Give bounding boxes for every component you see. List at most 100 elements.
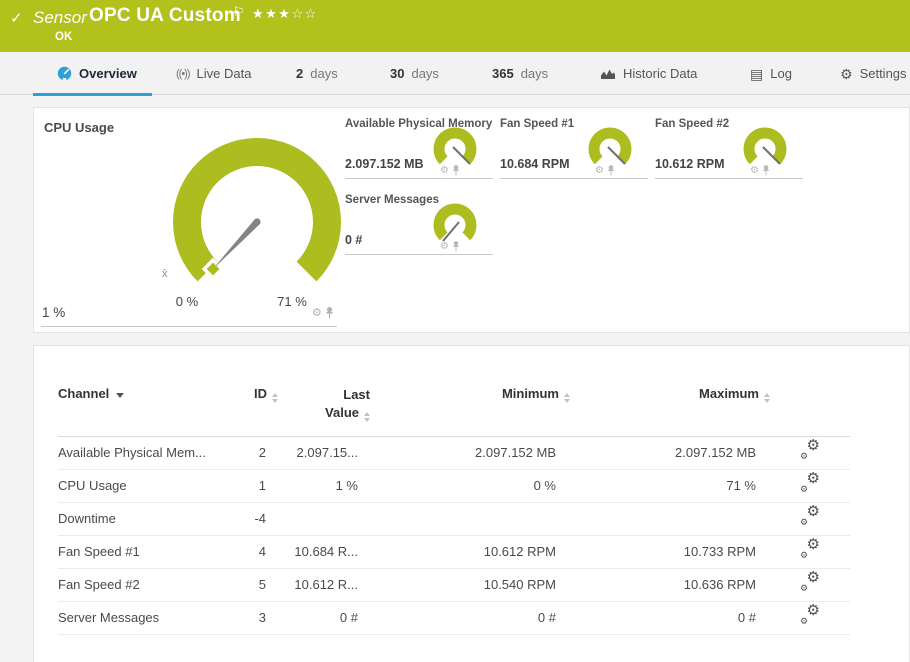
tab-label: Log [770,66,792,81]
cell-channel: Fan Speed #1 [58,535,218,569]
column-header-minimum[interactable]: Minimum [370,366,570,437]
column-header-channel[interactable]: Channel [58,366,218,437]
edit-channel-gears-icon[interactable]: ⚙ ⚙ [799,537,821,560]
cell-maximum: 71 % [570,469,770,503]
edit-channel-gears-icon[interactable]: ⚙ ⚙ [799,603,821,626]
tab-settings[interactable]: ⚙ Settings [840,52,907,95]
table-row[interactable]: Downtime -4 ⚙ ⚙ [58,502,850,536]
antenna-icon: ((•)) [176,67,190,80]
gear-icon[interactable]: ⚙ [595,165,604,176]
mini-gauge-title: Server Messages [345,194,439,206]
mini-gauge-value: 2.097.152 MB [345,157,424,171]
cell-maximum: 2.097.152 MB [570,436,770,470]
tab-number: 30 [390,66,405,81]
cell-last-value: 0 # [278,601,370,635]
gear-icon[interactable]: ⚙ [440,241,449,252]
pin-icon[interactable] [762,165,770,176]
cell-id: 5 [218,568,278,602]
sort-icon [764,393,770,403]
edit-channel-gears-icon[interactable]: ⚙ ⚙ [799,438,821,461]
status-check-icon: ✓ [10,10,23,27]
mini-gauge-actions: ⚙ [440,165,460,176]
cell-maximum [570,502,770,536]
cell-id: 3 [218,601,278,635]
priority-stars[interactable]: ★★★☆☆ [252,6,318,22]
flag-icon[interactable]: ⚐ [233,4,245,20]
sort-icon [364,411,370,422]
cpu-gauge-min-label: 0 % [175,294,199,309]
tab-label: Settings [859,66,907,81]
sort-icon [564,393,570,403]
tab-30-days[interactable]: 30 days [390,52,439,95]
sensor-header: ✓ Sensor OPC UA Custom ⚐ ★★★☆☆ OK [0,0,910,52]
cell-maximum: 10.636 RPM [570,568,770,602]
cell-id: 4 [218,535,278,569]
tab-label: Live Data [196,66,252,81]
cell-last-value: 1 % [278,469,370,503]
mini-gauge-actions: ⚙ [595,165,615,176]
gear-icon[interactable]: ⚙ [312,307,322,319]
table-row[interactable]: Server Messages 3 0 # 0 # 0 # ⚙ ⚙ [58,601,850,635]
cpu-gauge-actions: ⚙ [312,307,334,319]
gauge-icon [57,66,72,81]
table-row[interactable]: CPU Usage 1 1 % 0 % 71 % ⚙ ⚙ [58,469,850,503]
cell-minimum: 0 # [370,601,570,635]
mini-gauge-fan-speed-2: Fan Speed #2 10.612 RPM ⚙ [655,116,805,180]
column-label: Minimum [501,386,559,401]
edit-channel-gears-icon[interactable]: ⚙ ⚙ [799,504,821,527]
tab-log[interactable]: ▤ Log [750,52,792,95]
mini-gauge-actions: ⚙ [440,241,460,252]
cell-id: 1 [218,469,278,503]
cell-maximum: 10.733 RPM [570,535,770,569]
table-row[interactable]: Fan Speed #2 5 10.612 R... 10.540 RPM 10… [58,568,850,602]
table-row[interactable]: Fan Speed #1 4 10.684 R... 10.612 RPM 10… [58,535,850,569]
sensor-overview-page: ✓ Sensor OPC UA Custom ⚐ ★★★☆☆ OK Overvi… [0,0,910,662]
channels-table-panel: Channel ID Last Value Minimum Maximum Av… [33,345,910,662]
sort-desc-icon [116,393,125,398]
column-header-last-value[interactable]: Last Value [278,366,370,437]
pin-icon[interactable] [452,241,460,252]
mini-gauge-value: 10.684 RPM [500,157,570,171]
average-marker: x̄ [162,268,168,280]
sensor-name: OPC UA Custom [89,5,241,26]
gauges-panel: CPU Usage x̄ 0 % 71 % 1 % ⚙ Available Ph… [33,107,910,333]
cell-maximum: 0 # [570,601,770,635]
tab-label: days [310,66,338,81]
pin-icon[interactable] [607,165,615,176]
edit-channel-gears-icon[interactable]: ⚙ ⚙ [799,570,821,593]
cell-id: 2 [218,436,278,470]
mini-gauge-value: 10.612 RPM [655,157,725,171]
mini-gauge-title: Fan Speed #1 [500,118,575,130]
cell-minimum: 0 % [370,469,570,503]
table-row[interactable]: Available Physical Mem... 2 2.097.15... … [58,436,850,470]
tab-overview[interactable]: Overview [33,52,152,96]
mini-gauge-server-messages: Server Messages 0 # ⚙ [345,192,495,256]
cell-minimum: 10.540 RPM [370,568,570,602]
tab-number: 2 [296,66,304,81]
status-badge: OK [55,31,73,43]
gear-icon[interactable]: ⚙ [750,165,759,176]
tab-365-days[interactable]: 365 days [492,52,548,95]
cpu-gauge-title: CPU Usage [44,120,115,135]
mini-gauge-available-physical-memory: Available Physical Memory 2.097.152 MB ⚙ [345,116,495,180]
table-header-row: Channel ID Last Value Minimum Maximum [58,366,850,437]
cpu-block-divider [41,326,337,327]
tab-2-days[interactable]: 2 days [296,52,338,95]
cpu-current-value: 1 % [42,305,66,320]
tab-historic-data[interactable]: Historic Data [600,52,697,95]
cpu-gauge-max-label: 71 % [277,294,307,309]
cell-last-value [278,502,370,536]
edit-channel-gears-icon[interactable]: ⚙ ⚙ [799,471,821,494]
column-header-maximum[interactable]: Maximum [570,366,770,437]
area-chart-icon [601,69,615,79]
column-header-id[interactable]: ID [218,366,278,437]
mini-gauge-fan-speed-1: Fan Speed #1 10.684 RPM ⚙ [500,116,650,180]
gear-icon[interactable]: ⚙ [440,165,449,176]
tab-live-data[interactable]: ((•)) Live Data [176,52,251,95]
pin-icon[interactable] [325,307,334,319]
column-label: ID [254,386,267,401]
sort-icon [272,393,278,403]
column-label: Channel [58,386,110,401]
pin-icon[interactable] [452,165,460,176]
mini-block-divider [500,178,648,179]
